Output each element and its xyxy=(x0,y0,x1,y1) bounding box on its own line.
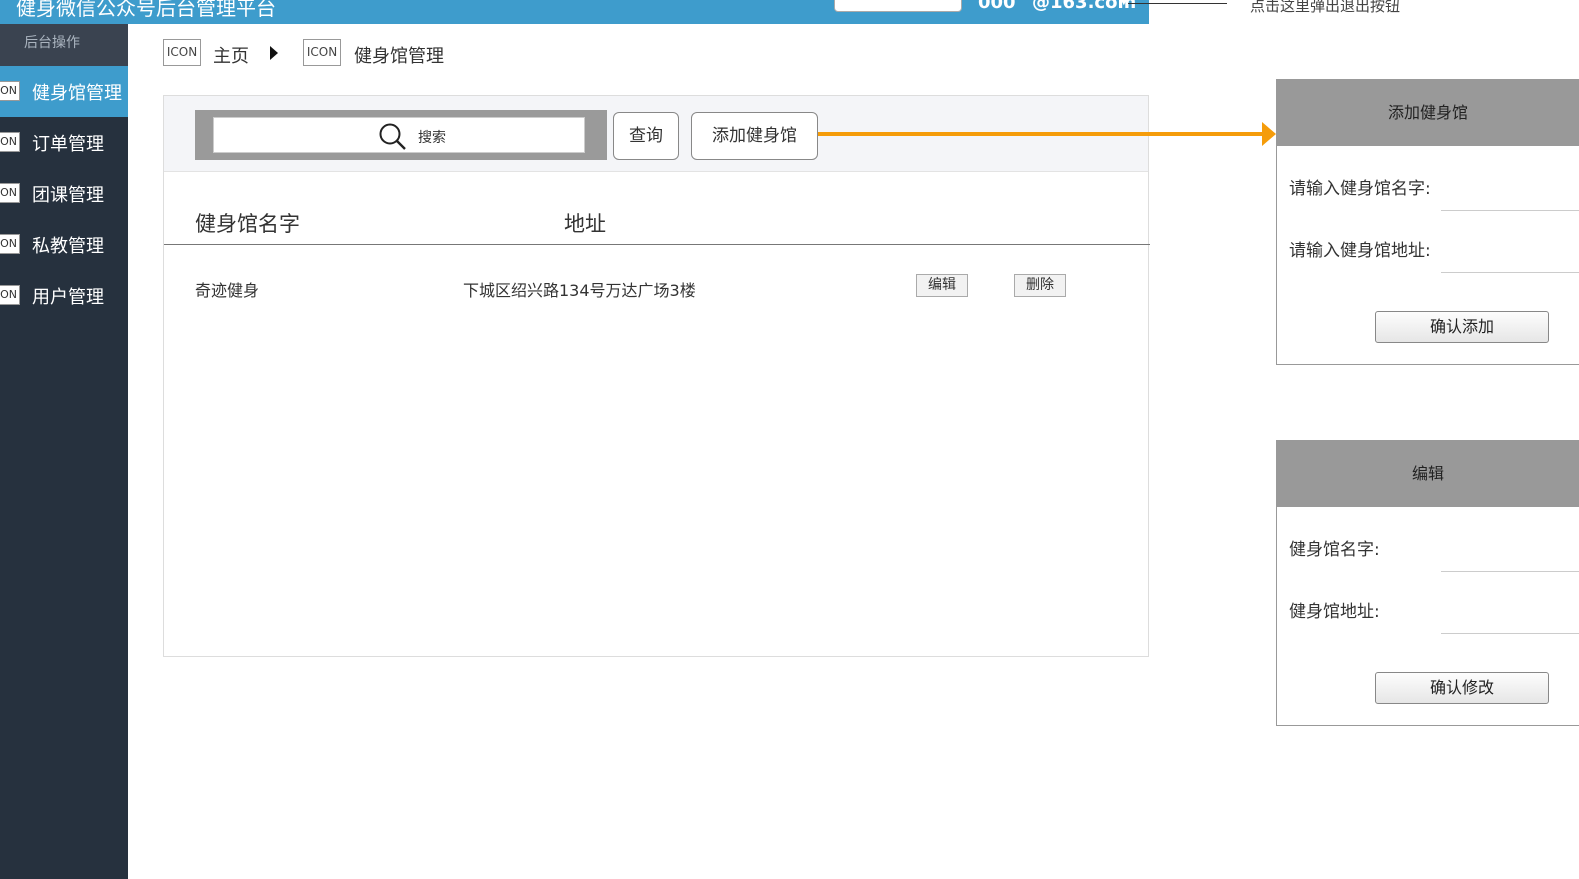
sidebar-item-user-management[interactable]: ON 用户管理 xyxy=(0,270,128,321)
confirm-add-button[interactable]: 确认添加 xyxy=(1375,311,1549,343)
placeholder-icon: ON xyxy=(0,234,20,254)
sidebar-item-group-class-management[interactable]: ON 团课管理 xyxy=(0,168,128,219)
breadcrumb-home-link[interactable]: 主页 xyxy=(213,42,249,68)
placeholder-icon: ON xyxy=(0,132,20,152)
search-icon xyxy=(379,123,406,150)
main-panel: 搜索 查询 添加健身馆 健身馆名字 地址 奇迹健身 下城区绍兴路134号万达广场… xyxy=(163,95,1150,657)
add-name-input[interactable] xyxy=(1441,210,1579,211)
platform-title: 健身微信公众号后台管理平台 xyxy=(16,0,276,20)
annotation-connector xyxy=(1128,3,1227,4)
search-box: 搜索 xyxy=(195,110,607,160)
delete-button[interactable]: 删除 xyxy=(1014,274,1066,297)
query-button[interactable]: 查询 xyxy=(613,112,679,160)
edit-address-input[interactable] xyxy=(1441,633,1579,634)
flow-arrow-head-icon xyxy=(1262,122,1276,146)
edit-button[interactable]: 编辑 xyxy=(916,274,968,297)
gym-address-cell: 下城区绍兴路134号万达广场3楼 xyxy=(463,281,696,300)
sidebar-header: 后台操作 xyxy=(0,24,128,66)
sidebar-item-order-management[interactable]: ON 订单管理 xyxy=(0,117,128,168)
sidebar-item-gym-management[interactable]: ON 健身馆管理 xyxy=(0,66,128,117)
switch-button[interactable] xyxy=(834,0,962,12)
breadcrumb-arrow-icon xyxy=(270,46,278,60)
edit-name-input[interactable] xyxy=(1441,571,1579,572)
placeholder-icon: ON xyxy=(0,183,20,203)
sidebar-item-label: 健身馆管理 xyxy=(32,83,122,104)
column-header-address: 地址 xyxy=(564,212,606,236)
logout-hint-annotation: 点击这里弹出退出按钮 xyxy=(1250,0,1401,15)
user-menu-caret-icon[interactable]: ▼ xyxy=(1120,0,1128,7)
sidebar-item-label: 私教管理 xyxy=(32,236,104,257)
gym-icon: ICON xyxy=(303,39,341,66)
edit-gym-dialog: 编辑 健身馆名字: 健身馆地址: 确认修改 xyxy=(1276,440,1579,726)
home-icon: ICON xyxy=(163,39,201,66)
sidebar-item-label: 团课管理 xyxy=(32,185,104,206)
gym-name-cell: 奇迹健身 xyxy=(195,281,260,300)
top-header-bar: 健身微信公众号后台管理平台 000 @163.com ▼ xyxy=(0,0,1149,24)
add-address-label: 请输入健身馆地址: xyxy=(1289,241,1431,261)
search-placeholder: 搜索 xyxy=(418,130,446,146)
edit-address-label: 健身馆地址: xyxy=(1289,602,1380,622)
sidebar: 后台操作 ON 健身馆管理 ON 订单管理 ON 团课管理 ON 私教管理 ON… xyxy=(0,24,128,879)
user-id[interactable]: 000 xyxy=(978,0,1016,13)
placeholder-icon: ON xyxy=(0,81,20,101)
edit-name-label: 健身馆名字: xyxy=(1289,540,1380,560)
flow-arrow-line xyxy=(818,132,1264,136)
confirm-edit-button[interactable]: 确认修改 xyxy=(1375,672,1549,704)
add-address-input[interactable] xyxy=(1441,272,1579,273)
search-input[interactable]: 搜索 xyxy=(213,117,585,153)
add-name-label: 请输入健身馆名字: xyxy=(1289,179,1431,199)
edit-dialog-title: 编辑 xyxy=(1277,441,1579,507)
sidebar-item-personal-trainer-management[interactable]: ON 私教管理 xyxy=(0,219,128,270)
header-divider xyxy=(164,244,1150,245)
breadcrumb-current: 健身馆管理 xyxy=(354,46,444,67)
sidebar-item-label: 订单管理 xyxy=(32,134,104,155)
add-gym-button[interactable]: 添加健身馆 xyxy=(691,112,818,160)
column-header-gym-name: 健身馆名字 xyxy=(195,212,300,236)
add-dialog-title: 添加健身馆 xyxy=(1277,80,1579,146)
placeholder-icon: ON xyxy=(0,285,20,305)
sidebar-item-label: 用户管理 xyxy=(32,287,104,308)
add-gym-dialog: 添加健身馆 请输入健身馆名字: 请输入健身馆地址: 确认添加 xyxy=(1276,79,1579,365)
